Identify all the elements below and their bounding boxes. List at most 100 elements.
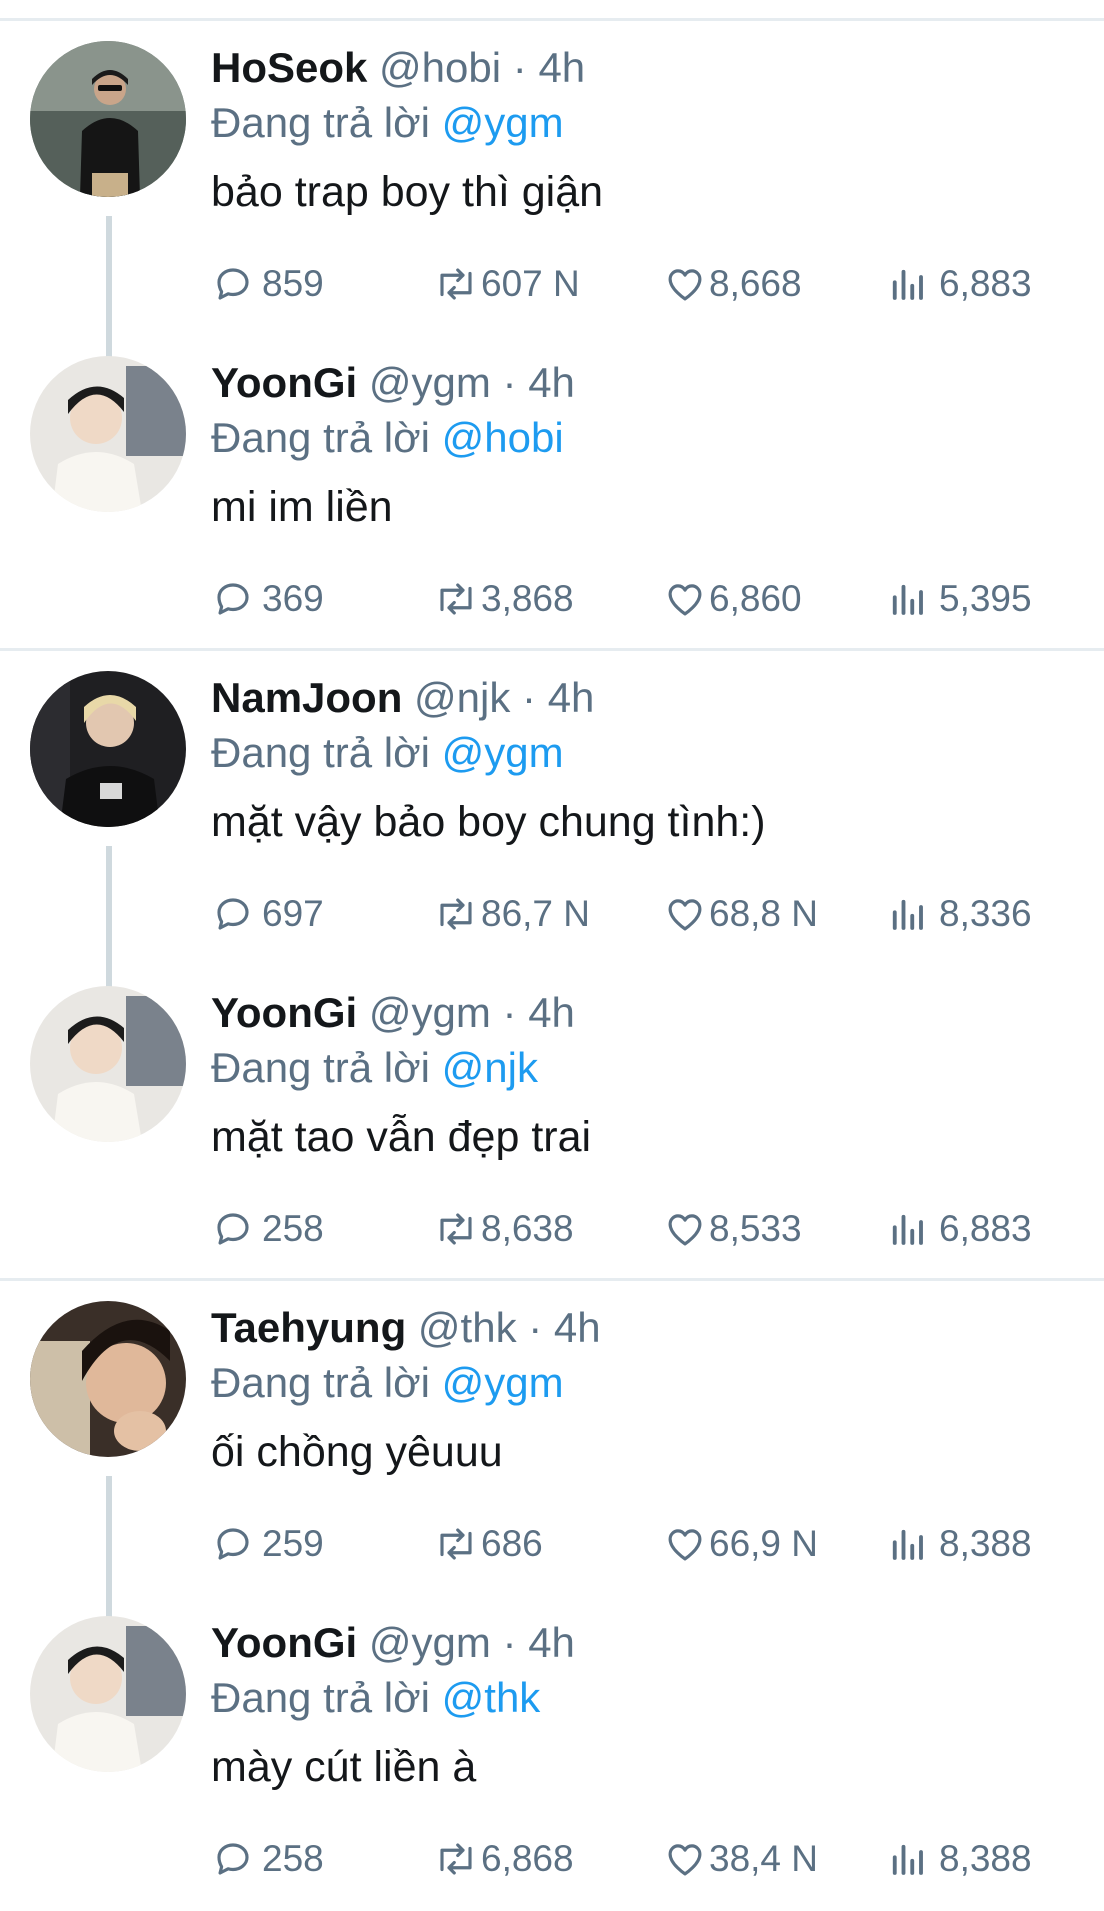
timestamp[interactable]: 4h [554, 1304, 601, 1351]
retweet-count: 8,638 [481, 1208, 574, 1249]
tweet[interactable]: Taehyung @thk · 4h Đang trả lời @ygm ối … [0, 1281, 1104, 1596]
separator-dot: · [528, 1304, 543, 1351]
avatar[interactable] [30, 1301, 186, 1457]
timestamp[interactable]: 4h [548, 674, 595, 721]
reply-count: 259 [262, 1523, 324, 1564]
avatar[interactable] [30, 986, 186, 1142]
avatar[interactable] [30, 41, 186, 197]
thread-3: Taehyung @thk · 4h Đang trả lời @ygm ối … [0, 1281, 1104, 1911]
tweet[interactable]: YoonGi @ygm · 4h Đang trả lời @thk mày c… [0, 1596, 1104, 1911]
views-icon [892, 1844, 923, 1875]
retweet-icon [440, 583, 472, 615]
display-name[interactable]: YoonGi [211, 989, 357, 1036]
reply-button[interactable]: 259 [212, 1519, 324, 1569]
views-icon [892, 1529, 923, 1560]
retweet-button[interactable]: 86,7 N [433, 889, 590, 939]
like-count: 68,8 N [709, 893, 819, 934]
username[interactable]: @ygm [369, 989, 491, 1036]
reply-icon [217, 1843, 249, 1875]
retweet-button[interactable]: 607 N [433, 259, 580, 309]
mention-link[interactable]: @ygm [442, 1359, 564, 1406]
display-name[interactable]: HoSeok [211, 44, 367, 91]
tweet-actions: 859 607 N 8,668 6,883 [0, 259, 1104, 309]
reply-button[interactable]: 859 [212, 259, 324, 309]
retweet-count: 6,868 [481, 1838, 574, 1879]
tweet-actions: 258 8,638 8,533 6,883 [0, 1204, 1104, 1254]
retweet-button[interactable]: 3,868 [433, 574, 574, 624]
views-button[interactable]: 6,883 [889, 1204, 1032, 1254]
tweet[interactable]: NamJoon @njk · 4h Đang trả lời @ygm mặt … [0, 651, 1104, 966]
reply-count: 697 [262, 893, 324, 934]
timestamp[interactable]: 4h [538, 44, 585, 91]
retweet-icon [440, 268, 472, 300]
retweet-button[interactable]: 6,868 [433, 1834, 574, 1884]
tweet[interactable]: YoonGi @ygm · 4h Đang trả lời @hobi mi i… [0, 336, 1104, 651]
like-count: 66,9 N [709, 1523, 819, 1564]
tweet-actions: 697 86,7 N 68,8 N 8,336 [0, 889, 1104, 939]
like-button[interactable]: 66,9 N [663, 1519, 818, 1569]
mention-link[interactable]: @njk [442, 1044, 538, 1091]
avatar[interactable] [30, 1616, 186, 1772]
username[interactable]: @ygm [369, 359, 491, 406]
tweet-actions: 258 6,868 38,4 N 8,388 [0, 1834, 1104, 1884]
retweet-button[interactable]: 686 [433, 1519, 543, 1569]
like-button[interactable]: 38,4 N [663, 1834, 818, 1884]
like-button[interactable]: 6,860 [663, 574, 802, 624]
like-button[interactable]: 8,533 [663, 1204, 802, 1254]
like-button[interactable]: 8,668 [663, 259, 802, 309]
avatar[interactable] [30, 356, 186, 512]
thread-1: HoSeok @hobi · 4h Đang trả lời @ygm bảo … [0, 21, 1104, 651]
reply-button[interactable]: 369 [212, 574, 324, 624]
replying-to-label: Đang trả lời [211, 1359, 430, 1406]
replying-to: Đang trả lời @ygm [211, 98, 564, 148]
mention-link[interactable]: @ygm [442, 99, 564, 146]
replying-to: Đang trả lời @ygm [211, 728, 564, 778]
views-button[interactable]: 8,336 [889, 889, 1032, 939]
views-icon [892, 269, 923, 300]
mention-link[interactable]: @ygm [442, 729, 564, 776]
tweet-header: YoonGi @ygm · 4h [211, 1618, 575, 1668]
reply-icon [217, 1528, 249, 1560]
display-name[interactable]: YoonGi [211, 1619, 357, 1666]
views-button[interactable]: 8,388 [889, 1519, 1032, 1569]
replying-to: Đang trả lời @hobi [211, 413, 564, 463]
tweet-text: mặt tao vẫn đẹp trai [211, 1113, 592, 1161]
display-name[interactable]: Taehyung [211, 1304, 406, 1351]
reply-icon [217, 1213, 249, 1245]
reply-button[interactable]: 697 [212, 889, 324, 939]
username[interactable]: @ygm [369, 1619, 491, 1666]
retweet-button[interactable]: 8,638 [433, 1204, 574, 1254]
tweet-text: bảo trap boy thì giận [211, 168, 604, 216]
timestamp[interactable]: 4h [528, 989, 575, 1036]
views-button[interactable]: 5,395 [889, 574, 1032, 624]
username[interactable]: @hobi [379, 44, 501, 91]
heart-icon [668, 269, 702, 301]
reply-button[interactable]: 258 [212, 1834, 324, 1884]
views-count: 6,883 [939, 1208, 1032, 1249]
timestamp[interactable]: 4h [528, 1619, 575, 1666]
display-name[interactable]: YoonGi [211, 359, 357, 406]
views-count: 8,388 [939, 1523, 1032, 1564]
mention-link[interactable]: @hobi [442, 414, 564, 461]
reply-count: 258 [262, 1208, 324, 1249]
avatar[interactable] [30, 671, 186, 827]
reply-button[interactable]: 258 [212, 1204, 324, 1254]
views-button[interactable]: 6,883 [889, 259, 1032, 309]
tweet[interactable]: HoSeok @hobi · 4h Đang trả lời @ygm bảo … [0, 21, 1104, 336]
tweet-actions: 369 3,868 6,860 5,395 [0, 574, 1104, 624]
separator-dot: · [502, 989, 517, 1036]
display-name[interactable]: NamJoon [211, 674, 402, 721]
username[interactable]: @thk [418, 1304, 517, 1351]
timestamp[interactable]: 4h [528, 359, 575, 406]
reply-icon [217, 268, 249, 300]
replying-to-label: Đang trả lời [211, 1044, 430, 1091]
username[interactable]: @njk [414, 674, 510, 721]
like-button[interactable]: 68,8 N [663, 889, 818, 939]
tweet[interactable]: YoonGi @ygm · 4h Đang trả lời @njk mặt t… [0, 966, 1104, 1281]
views-count: 5,395 [939, 578, 1032, 619]
like-count: 8,668 [709, 263, 802, 304]
separator-dot: · [502, 1619, 517, 1666]
reply-count: 859 [262, 263, 324, 304]
mention-link[interactable]: @thk [442, 1674, 541, 1721]
views-button[interactable]: 8,388 [889, 1834, 1032, 1884]
